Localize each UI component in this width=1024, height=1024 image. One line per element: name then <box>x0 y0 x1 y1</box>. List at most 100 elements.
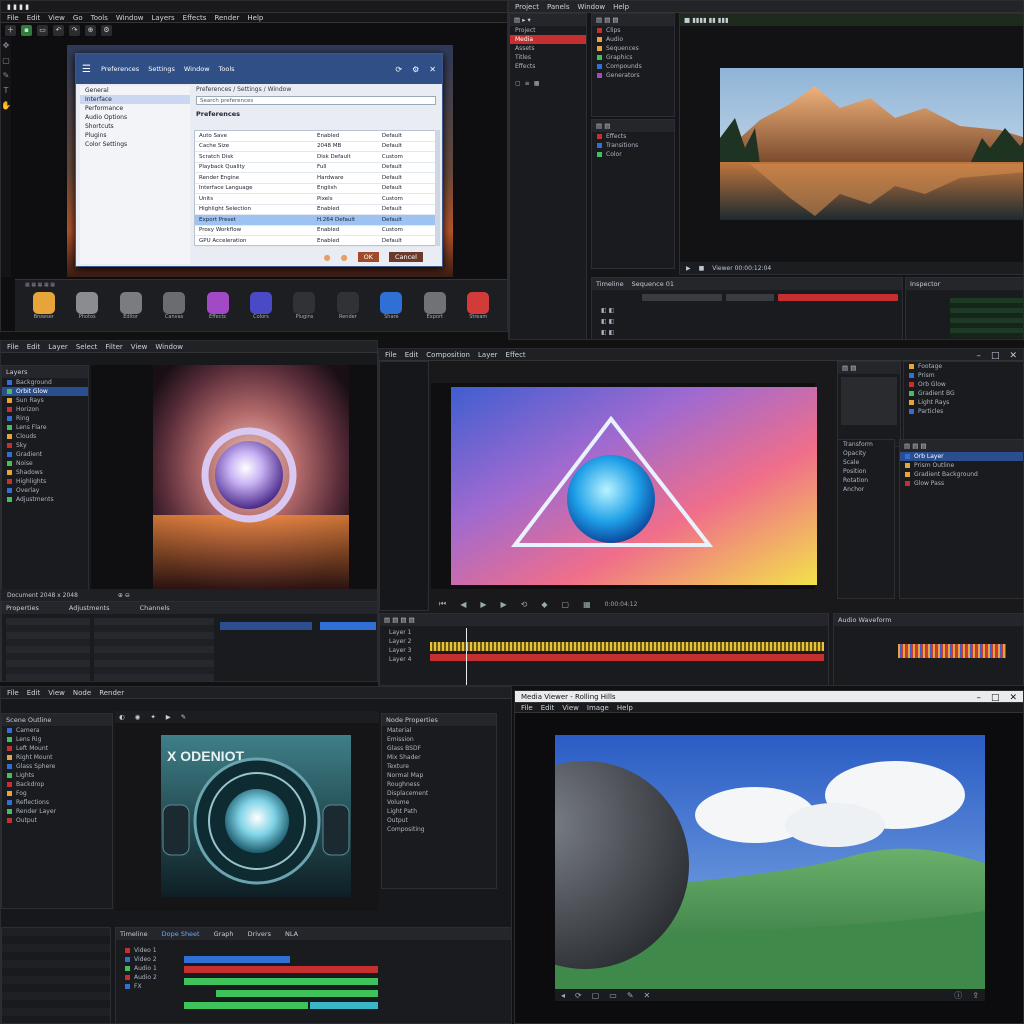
mr-prop-item[interactable]: Scale <box>838 458 894 467</box>
dock-app-icon[interactable] <box>249 292 272 314</box>
dialog-table-row[interactable]: Export Preset H.264 Default Default <box>195 215 435 226</box>
dock-app-icon[interactable] <box>163 292 186 314</box>
mr-prop-item[interactable]: Rotation <box>838 476 894 485</box>
bl-outline-item[interactable]: Glass Sphere <box>2 762 112 771</box>
tr-browser-item[interactable]: Audio <box>592 35 674 44</box>
ml-menu-item-5[interactable]: View <box>131 343 148 351</box>
ml-layer-item[interactable]: Ring <box>2 414 88 423</box>
fit-icon[interactable]: ▢ <box>592 991 600 1000</box>
mr-track-label[interactable]: Layer 2 <box>384 637 428 646</box>
maximize-icon[interactable]: □ <box>991 351 1000 361</box>
tr-bin-item[interactable]: Media <box>510 35 586 44</box>
zoom-icon[interactable]: ⊕ <box>85 24 96 36</box>
tr-browser-item[interactable]: Sequences <box>592 44 674 53</box>
clip-green-3[interactable] <box>184 1002 308 1009</box>
ml-menu-item-0[interactable]: File <box>7 343 19 351</box>
save-icon[interactable]: ▪ <box>21 24 32 36</box>
tr-browser-item[interactable]: Compounds <box>592 62 674 71</box>
dialog-nav-item[interactable]: Shortcuts <box>80 122 190 131</box>
bl-outline-item[interactable]: Lens Rig <box>2 735 112 744</box>
br-menu-item-4[interactable]: Help <box>617 704 633 712</box>
dock-app[interactable]: Export <box>416 292 453 320</box>
video-track-clip[interactable] <box>642 294 722 301</box>
dialog-table-row[interactable]: Units Pixels Custom <box>195 194 435 205</box>
ml-menu-item-6[interactable]: Window <box>155 343 183 351</box>
brush-tool-icon[interactable]: ✎ <box>3 71 10 80</box>
bl-menu-item-3[interactable]: Node <box>73 689 91 697</box>
mr-menu-item-2[interactable]: Composition <box>426 351 470 359</box>
bl-node-item[interactable]: Output <box>382 816 496 825</box>
edit-icon[interactable]: ✎ <box>627 991 634 1000</box>
ml-layer-item[interactable]: Adjustments <box>2 495 88 504</box>
close-icon[interactable]: ✕ <box>1009 693 1017 703</box>
dialog-table-row[interactable]: Playback Quality Full Default <box>195 163 435 173</box>
tl-menu-item-5[interactable]: Window <box>116 14 144 22</box>
hamburger-icon[interactable]: ☰ <box>82 64 91 75</box>
dialog-table-row[interactable]: Highlight Selection Enabled Default <box>195 205 435 215</box>
tl-menu-item-0[interactable]: File <box>7 14 19 22</box>
bl-timeline-tab[interactable]: Timeline <box>120 930 148 938</box>
mr-asset-item[interactable]: Light Rays <box>904 398 1023 407</box>
camera-icon[interactable]: ◉ <box>135 713 141 721</box>
mr-layer-item[interactable]: Orb Layer <box>900 452 1023 461</box>
mr-layer-item[interactable]: Gradient Background <box>900 470 1023 479</box>
bl-node-item[interactable]: Glass BSDF <box>382 744 496 753</box>
dock-app-icon[interactable] <box>32 292 55 314</box>
tl-menu-item-1[interactable]: Edit <box>27 14 41 22</box>
ml-layer-item[interactable]: Sky <box>2 441 88 450</box>
mr-menu-item-1[interactable]: Edit <box>405 351 419 359</box>
grid-icon[interactable]: ▦ <box>534 80 540 87</box>
tl-menu-item-4[interactable]: Tools <box>91 14 108 22</box>
dock-app-icon[interactable] <box>380 292 403 314</box>
ml-menu-item-2[interactable]: Layer <box>48 343 68 351</box>
timeline-tab[interactable]: Timeline <box>596 280 624 288</box>
dialog-table-row[interactable]: Render Engine Hardware Default <box>195 173 435 184</box>
footer-icon-2[interactable]: ● <box>341 253 348 262</box>
dock-app[interactable]: Effects <box>199 292 236 320</box>
asset-thumbnail[interactable] <box>841 377 897 425</box>
tr-browser-item[interactable]: Generators <box>592 71 674 80</box>
sequence-tab[interactable]: Sequence 01 <box>632 280 674 288</box>
br-menu-item-2[interactable]: View <box>562 704 579 712</box>
ml-selected-channel[interactable] <box>220 622 312 630</box>
tr-effect-item[interactable]: Effects <box>592 132 674 141</box>
bl-node-item[interactable]: Mix Shader <box>382 753 496 762</box>
cancel-button[interactable]: Cancel <box>388 252 423 262</box>
ml-layer-item[interactable]: Sun Rays <box>2 396 88 405</box>
mr-asset-item[interactable]: Prism <box>904 371 1023 380</box>
list-icon[interactable]: ≡ <box>525 80 530 87</box>
br-menu-item-3[interactable]: Image <box>587 704 609 712</box>
bl-outline-item[interactable]: Lights <box>2 771 112 780</box>
text-tool-icon[interactable]: T <box>4 86 9 95</box>
loop-icon[interactable]: ⟲ <box>521 600 528 609</box>
bl-timeline-tab[interactable]: Graph <box>214 930 234 938</box>
dock-app-icon[interactable] <box>467 292 490 314</box>
dialog-nav-item[interactable]: Interface <box>80 95 190 104</box>
tr-bin-item[interactable]: Effects <box>510 62 586 71</box>
dialog-nav-item[interactable]: Plugins <box>80 131 190 140</box>
dock-app-icon[interactable] <box>336 292 359 314</box>
delete-icon[interactable]: ✕ <box>644 991 651 1000</box>
ml-bottom-tab[interactable]: Channels <box>140 604 170 612</box>
dialog-tab[interactable]: Window <box>184 65 210 73</box>
render-icon[interactable]: ▶ <box>166 713 171 721</box>
redo-icon[interactable]: ↷ <box>69 24 80 36</box>
dialog-tab[interactable]: Preferences <box>101 65 139 73</box>
ml-menu-item-3[interactable]: Select <box>76 343 98 351</box>
bl-menu-item-4[interactable]: Render <box>99 689 124 697</box>
bl-menu-item-2[interactable]: View <box>48 689 65 697</box>
bl-menu-item-0[interactable]: File <box>7 689 19 697</box>
dialog-nav-item[interactable]: General <box>80 86 190 95</box>
video-track-clip-2[interactable] <box>726 294 774 301</box>
bl-node-item[interactable]: Emission <box>382 735 496 744</box>
yellow-audio-clip[interactable] <box>430 642 824 651</box>
bl-track-label[interactable]: FX <box>120 982 180 991</box>
dialog-search[interactable]: Search preferences <box>196 96 436 105</box>
mr-layer-item[interactable]: Prism Outline <box>900 461 1023 470</box>
dock-app[interactable]: Colors <box>242 292 279 320</box>
bl-outline-item[interactable]: Render Layer <box>2 807 112 816</box>
step-forward-icon[interactable]: ▶ <box>501 600 507 609</box>
bl-outline-item[interactable]: Camera <box>2 726 112 735</box>
ml-layer-item[interactable]: Orbit Glow <box>2 387 88 396</box>
dock-app-icon[interactable] <box>293 292 316 314</box>
